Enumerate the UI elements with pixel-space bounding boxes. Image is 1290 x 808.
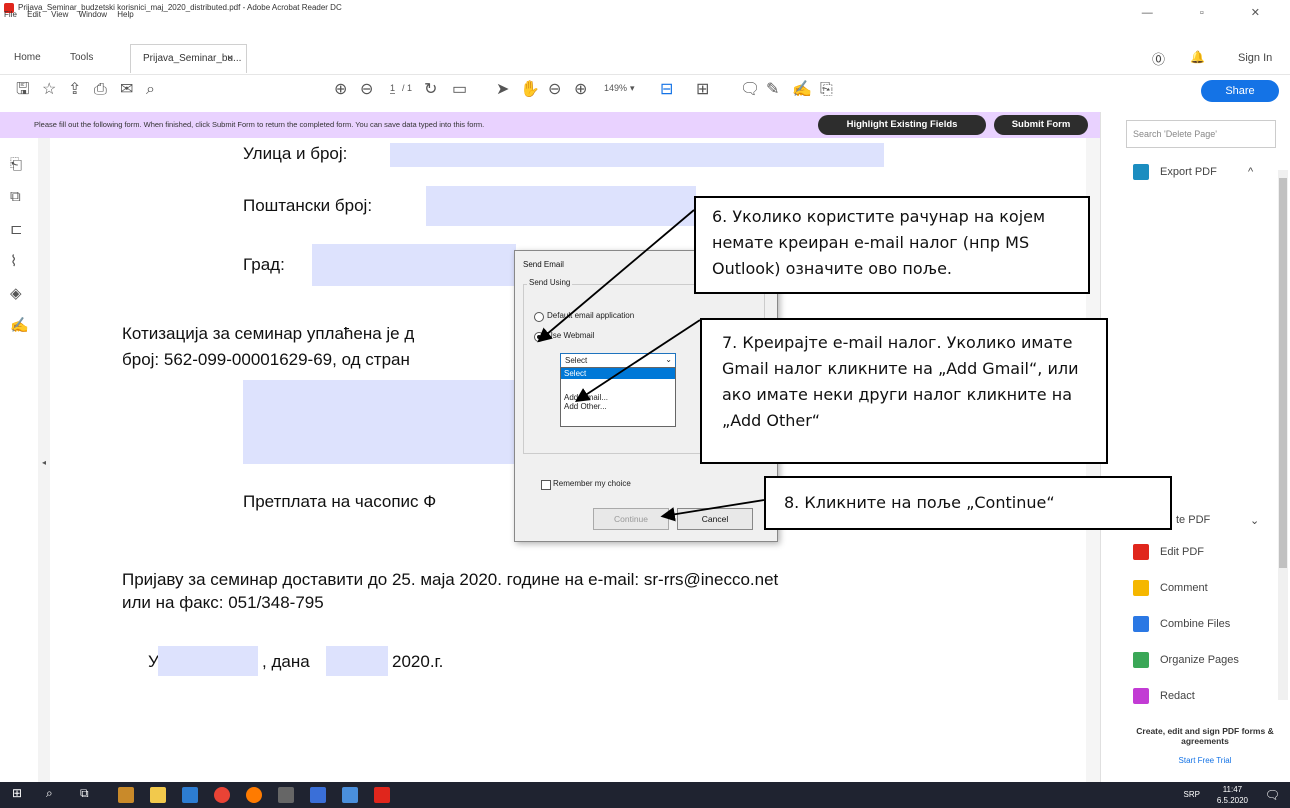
taskbar: ⊞ ⌕ ⧉ SRP 11:47 6.5.2020 🗨: [0, 782, 1290, 808]
app-icon-3[interactable]: [342, 787, 358, 803]
search-icon[interactable]: ⌕: [46, 786, 62, 802]
notifications-icon[interactable]: 🗨: [1265, 788, 1280, 802]
clock-time: 11:47: [1222, 785, 1243, 794]
task-view-icon[interactable]: ⧉: [80, 786, 96, 802]
firefox-icon[interactable]: [246, 787, 262, 803]
arrow-7: [574, 319, 701, 402]
acrobat-taskbar-icon[interactable]: [374, 787, 390, 803]
clock[interactable]: 11:47 6.5.2020: [1217, 784, 1248, 806]
file-explorer-icon[interactable]: [150, 787, 166, 803]
app-icon-1[interactable]: [118, 787, 134, 803]
chrome-icon[interactable]: [214, 787, 230, 803]
arrow-8: [660, 499, 765, 522]
app-icon-2[interactable]: [310, 787, 326, 803]
annotation-arrows: [537, 209, 765, 522]
edge-icon[interactable]: [182, 787, 198, 803]
calculator-icon[interactable]: [278, 787, 294, 803]
clock-date: 6.5.2020: [1216, 796, 1248, 805]
tray-lang[interactable]: SRP: [1184, 790, 1200, 799]
arrow-6: [537, 209, 695, 343]
windows-start-icon[interactable]: ⊞: [12, 786, 28, 802]
